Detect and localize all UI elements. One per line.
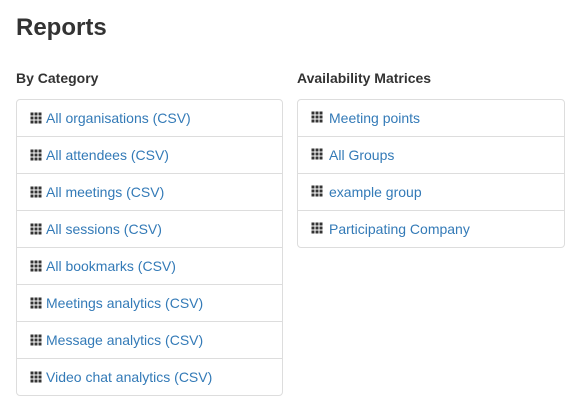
by-category-heading: By Category [16,70,99,86]
availability-matrices-heading: Availability Matrices [297,70,432,86]
report-link-label: All attendees (CSV) [46,146,169,163]
report-link[interactable]: All sessions (CSV) [17,210,282,247]
report-link-label: Video chat analytics (CSV) [46,368,213,385]
report-link[interactable]: All bookmarks (CSV) [17,247,282,284]
report-link[interactable]: Participating Company [298,210,564,247]
report-link[interactable]: Meeting points [298,100,564,136]
report-link-label: All sessions (CSV) [46,220,162,237]
grid-icon [30,371,42,383]
report-link-label: Message analytics (CSV) [46,331,204,348]
report-link-label: Meetings analytics (CSV) [46,294,204,311]
report-link-label: example group [329,184,422,200]
report-link[interactable]: All Groups [298,136,564,173]
grid-icon [311,222,323,234]
report-link[interactable]: example group [298,173,564,210]
grid-icon [311,111,323,123]
availability-matrices-list: Meeting points All Groups example group Par… [297,99,565,248]
page-title: Reports [16,14,107,41]
report-link-label: Meeting points [329,110,421,126]
report-link[interactable]: All organisations (CSV) [17,100,282,136]
report-link-label: All organisations (CSV) [46,109,191,126]
grid-icon [311,148,323,160]
report-link-label: Participating Company [329,221,470,237]
report-link-label: All meetings (CSV) [46,183,165,200]
report-link[interactable]: All meetings (CSV) [17,173,282,210]
grid-icon [311,185,323,197]
grid-icon [30,149,42,161]
grid-icon [30,186,42,198]
report-link[interactable]: All attendees (CSV) [17,136,282,173]
grid-icon [30,297,42,309]
report-link-label: All bookmarks (CSV) [46,257,176,274]
grid-icon [30,334,42,346]
grid-icon [30,260,42,272]
by-category-list: All organisations (CSV) All attendees (CS… [16,99,283,396]
report-link[interactable]: Video chat analytics (CSV) [17,358,282,395]
by-category-section: By Category All organisations (CSV) All a… [16,70,283,396]
grid-icon [30,112,42,124]
report-link-label: All Groups [329,147,395,163]
report-link[interactable]: Message analytics (CSV) [17,321,282,358]
reports-page: Reports By Category All organisations (C… [0,0,584,418]
grid-icon [30,223,42,235]
report-link[interactable]: Meetings analytics (CSV) [17,284,282,321]
availability-matrices-section: Availability Matrices Meeting points All … [297,70,565,248]
